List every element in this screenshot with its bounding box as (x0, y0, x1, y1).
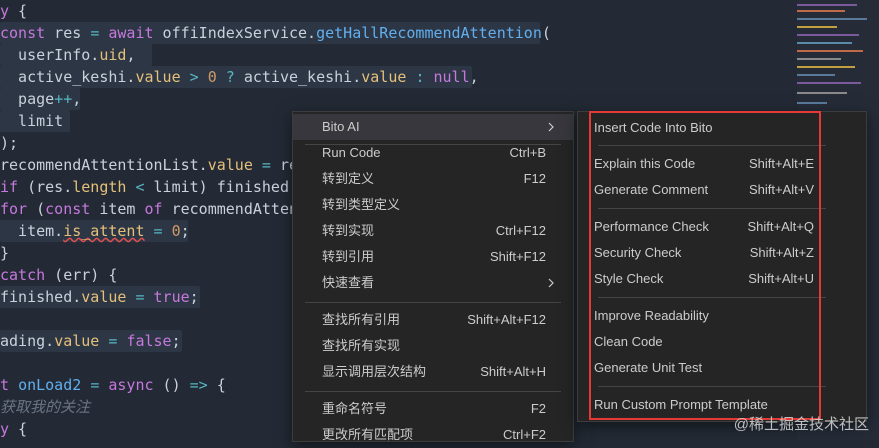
menu-separator (598, 297, 826, 298)
menu-item-go-to-references[interactable]: 转到引用 Shift+F12 (293, 244, 573, 270)
menu-item-label: Generate Unit Test (594, 360, 703, 375)
code-line: ); (0, 134, 19, 152)
menu-item-label: Explain this Code (594, 156, 696, 171)
menu-item-label: Performance Check (594, 219, 709, 234)
menu-item-shortcut: Ctrl+F2 (503, 427, 546, 442)
menu-separator (305, 391, 561, 392)
code-line: item.is_attent = 0; (0, 220, 190, 242)
menu-item-shortcut: Ctrl+B (509, 145, 546, 160)
menu-item-label: 显示调用层次结构 (322, 364, 427, 379)
menu-item-bito-ai[interactable]: Bito AI (293, 114, 573, 140)
menu-item-go-to-type-definition[interactable]: 转到类型定义 (293, 192, 573, 218)
menu-item-go-to-definition[interactable]: 转到定义 F12 (293, 166, 573, 192)
menu-separator (305, 302, 561, 303)
menu-item-label: 更改所有匹配项 (322, 427, 414, 442)
code-comment: 获取我的关注 (0, 398, 91, 416)
menu-item-performance-check[interactable]: Performance Check Shift+Alt+Q (578, 214, 866, 240)
code-line: page++, (0, 88, 82, 110)
chevron-right-icon (547, 270, 555, 305)
code-line: if (res.length < limit) finished.v (0, 178, 308, 196)
menu-item-shortcut: F2 (530, 401, 546, 416)
code-line: } (0, 244, 10, 262)
menu-item-change-all-occurrences[interactable]: 更改所有匹配项 Ctrl+F2 (293, 422, 573, 448)
code-line: recommendAttentionList.value = rec (0, 156, 308, 174)
menu-item-label: 重命名符号 (322, 401, 388, 416)
menu-item-improve-readability[interactable]: Improve Readability (578, 303, 866, 329)
menu-item-shortcut: Shift+Alt+Z (749, 245, 814, 260)
menu-item-shortcut: Shift+Alt+U (748, 271, 814, 286)
menu-item-find-all-implementations[interactable]: 查找所有实现 (293, 333, 573, 359)
watermark: @稀土掘金技术社区 (733, 416, 869, 433)
code-line: y { (0, 2, 28, 20)
menu-item-go-to-implementation[interactable]: 转到实现 Ctrl+F12 (293, 218, 573, 244)
menu-separator (598, 145, 826, 146)
menu-item-shortcut: Ctrl+F12 (495, 223, 546, 238)
menu-item-generate-comment[interactable]: Generate Comment Shift+Alt+V (578, 177, 866, 203)
menu-item-shortcut: Shift+Alt+Q (747, 219, 814, 234)
context-menu: Bito AI Run Code Ctrl+B 转到定义 F12 转到类型定义 … (292, 111, 574, 442)
menu-item-security-check[interactable]: Security Check Shift+Alt+Z (578, 240, 866, 266)
menu-item-clean-code[interactable]: Clean Code (578, 329, 866, 355)
menu-item-label: 查找所有实现 (322, 338, 401, 353)
code-line: t onLoad2 = async () => { (0, 376, 226, 394)
menu-item-label: 快速查看 (322, 275, 375, 290)
menu-item-label: 转到类型定义 (322, 197, 401, 212)
menu-item-label: Run Code (322, 145, 381, 160)
menu-item-generate-unit-test[interactable]: Generate Unit Test (578, 355, 866, 381)
menu-item-label: Bito AI (322, 119, 360, 134)
bito-ai-submenu: Insert Code Into Bito Explain this Code … (577, 111, 867, 422)
menu-item-rename-symbol[interactable]: 重命名符号 F2 (293, 396, 573, 422)
menu-item-label: Security Check (594, 245, 682, 260)
code-line: for (const item of recommendAttent (0, 200, 308, 218)
menu-item-label: Improve Readability (594, 308, 709, 323)
menu-item-shortcut: Shift+Alt+F12 (467, 312, 546, 327)
code-line: finished.value = true; (0, 286, 200, 308)
menu-item-label: 转到引用 (322, 249, 375, 264)
code-line: ading.value = false; (0, 330, 182, 352)
code-line: limit (0, 110, 70, 132)
menu-item-style-check[interactable]: Style Check Shift+Alt+U (578, 266, 866, 292)
menu-separator (598, 208, 826, 209)
menu-item-show-call-hierarchy[interactable]: 显示调用层次结构 Shift+Alt+H (293, 359, 573, 385)
menu-item-explain-this-code[interactable]: Explain this Code Shift+Alt+E (578, 151, 866, 177)
menu-item-label: Insert Code Into Bito (594, 120, 713, 135)
menu-item-label: Generate Comment (594, 182, 709, 197)
menu-item-label: 查找所有引用 (322, 312, 401, 327)
code-line: catch (err) { (0, 266, 118, 284)
code-line: const res = await offiIndexService.getHa… (0, 22, 551, 44)
menu-item-label: 转到实现 (322, 223, 375, 238)
menu-item-shortcut: Shift+Alt+H (480, 364, 546, 379)
menu-item-insert-code-into-bito[interactable]: Insert Code Into Bito (578, 115, 866, 141)
code-line: y { (0, 420, 28, 438)
menu-item-shortcut: Shift+F12 (489, 249, 546, 264)
menu-item-find-all-references[interactable]: 查找所有引用 Shift+Alt+F12 (293, 307, 573, 333)
code-line: active_keshi.value > 0 ? active_keshi.va… (0, 66, 479, 88)
menu-item-peek[interactable]: 快速查看 (293, 270, 573, 296)
menu-item-label: 转到定义 (322, 171, 375, 186)
menu-item-shortcut: Shift+Alt+V (748, 182, 814, 197)
menu-item-shortcut: Shift+Alt+E (748, 156, 814, 171)
menu-item-label: Clean Code (594, 334, 663, 349)
code-line: userInfo.uid, (0, 44, 152, 66)
menu-item-label: Style Check (594, 271, 664, 286)
menu-separator (598, 386, 826, 387)
menu-item-shortcut: F12 (523, 171, 546, 186)
menu-item-run-code[interactable]: Run Code Ctrl+B (293, 140, 573, 166)
